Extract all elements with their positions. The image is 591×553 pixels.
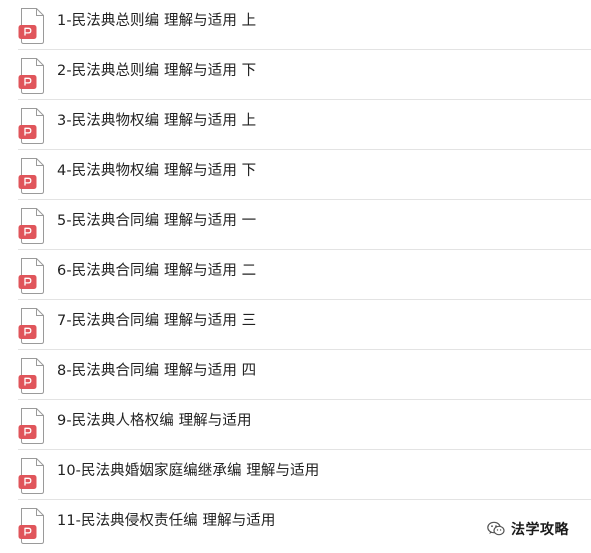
file-list-item[interactable]: 10-民法典婚姻家庭编继承编 理解与适用: [0, 450, 591, 500]
pdf-file-icon: [18, 508, 46, 544]
file-name: 2-民法典总则编 理解与适用 下: [57, 63, 257, 79]
pdf-file-icon: [18, 8, 46, 44]
pdf-file-icon: [18, 208, 46, 244]
file-list-item[interactable]: 7-民法典合同编 理解与适用 三: [0, 300, 591, 350]
pdf-file-icon: [18, 458, 46, 494]
pdf-file-icon: [18, 158, 46, 194]
file-name: 6-民法典合同编 理解与适用 二: [57, 263, 257, 279]
file-list-item[interactable]: 6-民法典合同编 理解与适用 二: [0, 250, 591, 300]
file-list-item[interactable]: 9-民法典人格权编 理解与适用: [0, 400, 591, 450]
pdf-file-icon: [18, 258, 46, 294]
file-list-item[interactable]: 5-民法典合同编 理解与适用 一: [0, 200, 591, 250]
wechat-icon: [487, 521, 505, 537]
file-list-item[interactable]: 3-民法典物权编 理解与适用 上: [0, 100, 591, 150]
file-name: 4-民法典物权编 理解与适用 下: [57, 163, 257, 179]
pdf-file-icon: [18, 108, 46, 144]
file-list-item[interactable]: 8-民法典合同编 理解与适用 四: [0, 350, 591, 400]
file-name: 3-民法典物权编 理解与适用 上: [57, 113, 257, 129]
file-name: 8-民法典合同编 理解与适用 四: [57, 363, 257, 379]
file-name: 7-民法典合同编 理解与适用 三: [57, 313, 257, 329]
file-list-item[interactable]: 1-民法典总则编 理解与适用 上: [0, 0, 591, 50]
file-list-item[interactable]: 4-民法典物权编 理解与适用 下: [0, 150, 591, 200]
file-list-item[interactable]: 2-民法典总则编 理解与适用 下: [0, 50, 591, 100]
pdf-file-icon: [18, 408, 46, 444]
file-name: 5-民法典合同编 理解与适用 一: [57, 213, 257, 229]
file-name: 1-民法典总则编 理解与适用 上: [57, 13, 257, 29]
pdf-file-icon: [18, 358, 46, 394]
pdf-file-icon: [18, 308, 46, 344]
file-list: 1-民法典总则编 理解与适用 上 2-民法典总则编 理解与适用 下 3-民法典物…: [0, 0, 591, 550]
watermark-text: 法学攻略: [511, 522, 569, 538]
file-name: 10-民法典婚姻家庭编继承编 理解与适用: [57, 463, 320, 479]
pdf-file-icon: [18, 58, 46, 94]
file-name: 9-民法典人格权编 理解与适用: [57, 413, 252, 429]
file-name: 11-民法典侵权责任编 理解与适用: [57, 513, 276, 529]
watermark: 法学攻略: [487, 519, 569, 539]
